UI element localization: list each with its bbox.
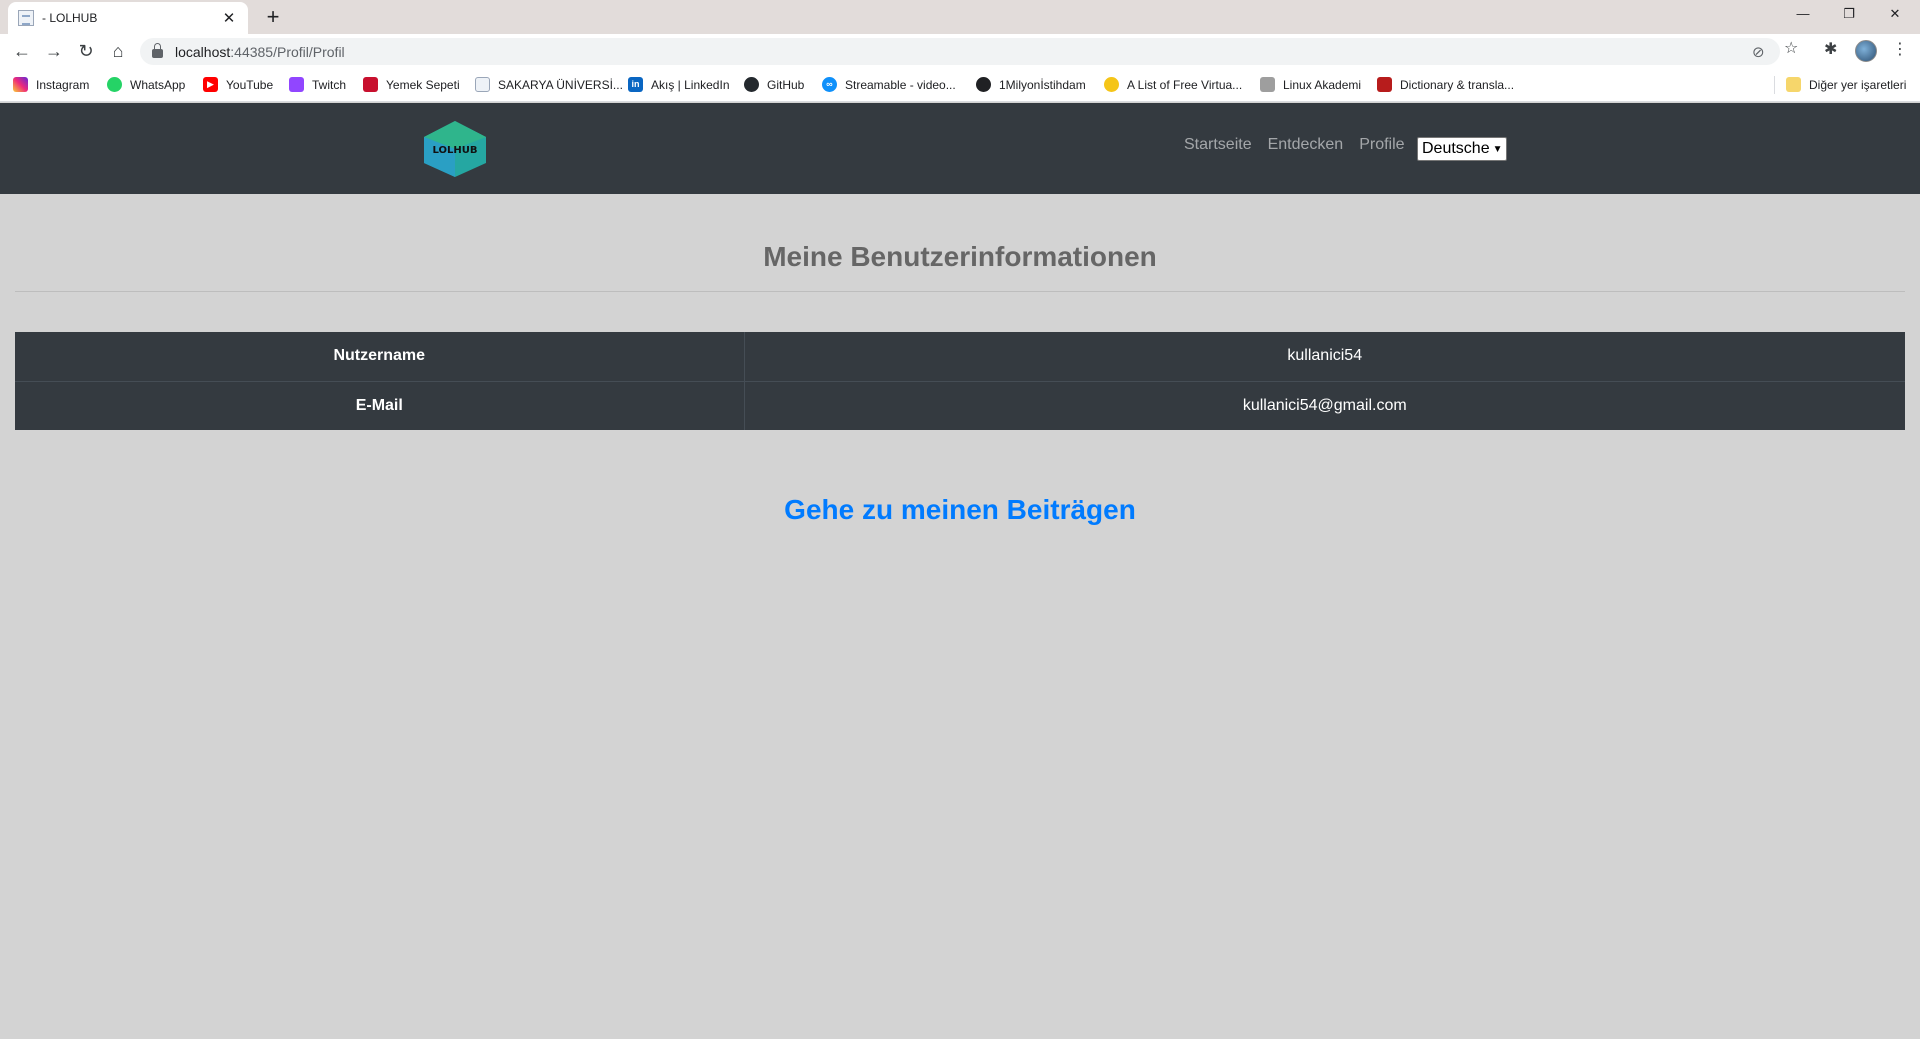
tab-strip: - LOLHUB ✕ + — ❐ ✕ <box>0 0 1920 34</box>
bookmark-youtube[interactable]: ▶ YouTube <box>203 77 273 92</box>
bookmark-streamable[interactable]: ∞ Streamable - video... <box>822 77 956 92</box>
table-row: E-Mail kullanici54@gmail.com <box>15 380 1905 430</box>
globe-icon <box>976 77 991 92</box>
bookmark-linkedin[interactable]: in Akış | LinkedIn <box>628 77 730 92</box>
nav-link-startseite[interactable]: Startseite <box>1184 136 1252 154</box>
address-bar[interactable]: localhost:44385/Profil/Profil ⊘ <box>140 38 1780 65</box>
close-tab-icon[interactable]: ✕ <box>220 9 238 27</box>
bookmark-dictionary[interactable]: Dictionary & transla... <box>1377 77 1514 92</box>
bookmark-1milyonistihdam[interactable]: 1Milyonİstihdam <box>976 77 1086 92</box>
new-tab-button[interactable]: + <box>260 4 286 30</box>
bookmark-twitch[interactable]: Twitch <box>289 77 346 92</box>
page-favicon-icon <box>18 10 34 26</box>
close-window-button[interactable]: ✕ <box>1872 0 1918 30</box>
email-label: E-Mail <box>15 380 745 430</box>
back-button[interactable]: ← <box>8 38 36 64</box>
reload-button[interactable]: ↻ <box>72 38 100 64</box>
whatsapp-icon <box>107 77 122 92</box>
bookmark-star-icon[interactable]: ☆ <box>1784 38 1798 58</box>
bookmark-separator <box>1774 76 1775 94</box>
bookmark-whatsapp[interactable]: WhatsApp <box>107 77 185 92</box>
folder-icon <box>1786 77 1801 92</box>
page-title: Meine Benutzerinformationen <box>763 241 1157 272</box>
emoji-icon <box>1104 77 1119 92</box>
bookmark-free-virtual[interactable]: A List of Free Virtua... <box>1104 77 1242 92</box>
logo-text: LOLHUB <box>433 145 478 156</box>
bookmark-yemeksepeti[interactable]: Yemek Sepeti <box>363 77 460 92</box>
restore-button[interactable]: ❐ <box>1826 0 1872 30</box>
instagram-icon <box>13 77 28 92</box>
browser-toolbar: ← → ↻ ⌂ localhost:44385/Profil/Profil ⊘ … <box>0 34 1920 68</box>
tracking-blocked-icon[interactable]: ⊘ <box>1752 43 1765 61</box>
language-select-value: Deutsche <box>1422 140 1490 157</box>
divider <box>15 291 1905 292</box>
menu-icon[interactable]: ⋮ <box>1892 39 1908 59</box>
lolhub-logo-icon: LOLHUB <box>424 121 486 177</box>
home-button[interactable]: ⌂ <box>104 38 132 64</box>
language-select[interactable]: Deutsche ▼ <box>1417 137 1507 161</box>
lolhub-logo[interactable]: LOLHUB <box>420 119 490 179</box>
table-row: Nutzername kullanici54 <box>15 332 1905 381</box>
bookmark-linux-akademi[interactable]: Linux Akademi <box>1260 77 1361 92</box>
nav-link-profile[interactable]: Profile <box>1359 136 1404 154</box>
bookmark-instagram[interactable]: Instagram <box>13 77 89 92</box>
email-value: kullanici54@gmail.com <box>744 380 1905 430</box>
tab-title: - LOLHUB <box>42 11 98 25</box>
bookmark-sakarya[interactable]: SAKARYA ÜNİVERSİ... <box>475 77 623 92</box>
yemeksepeti-icon <box>363 77 378 92</box>
username-value: kullanici54 <box>1287 347 1363 365</box>
streamable-icon: ∞ <box>822 77 837 92</box>
dictionary-icon <box>1377 77 1392 92</box>
twitch-icon <box>289 77 304 92</box>
nav-link-entdecken[interactable]: Entdecken <box>1268 136 1344 154</box>
username-label: Nutzername <box>15 332 745 381</box>
lock-icon[interactable] <box>152 43 163 58</box>
nav-links: Startseite Entdecken Profile <box>1184 136 1421 154</box>
profile-avatar[interactable] <box>1855 40 1877 62</box>
minimize-button[interactable]: — <box>1780 0 1826 30</box>
url-text[interactable]: localhost:44385/Profil/Profil <box>175 44 345 60</box>
chevron-down-icon: ▼ <box>1492 143 1503 155</box>
youtube-icon: ▶ <box>203 77 218 92</box>
my-posts-link[interactable]: Gehe zu meinen Beiträgen <box>0 494 1920 526</box>
user-info-table: Nutzername kullanici54 E-Mail kullanici5… <box>15 332 1905 430</box>
site-navbar: LOLHUB Startseite Entdecken Profile Deut… <box>0 103 1920 194</box>
page-icon <box>475 77 490 92</box>
extensions-icon[interactable]: ✱ <box>1824 39 1837 59</box>
linux-icon <box>1260 77 1275 92</box>
bookmarks-bar: Instagram WhatsApp ▶ YouTube Twitch Yemek… <box>0 68 1920 102</box>
other-bookmarks[interactable]: Diğer yer işaretleri <box>1786 77 1906 92</box>
bookmark-github[interactable]: GitHub <box>744 77 804 92</box>
linkedin-icon: in <box>628 77 643 92</box>
forward-button[interactable]: → <box>40 38 68 64</box>
github-icon <box>744 77 759 92</box>
browser-tab[interactable]: - LOLHUB ✕ <box>8 2 248 34</box>
